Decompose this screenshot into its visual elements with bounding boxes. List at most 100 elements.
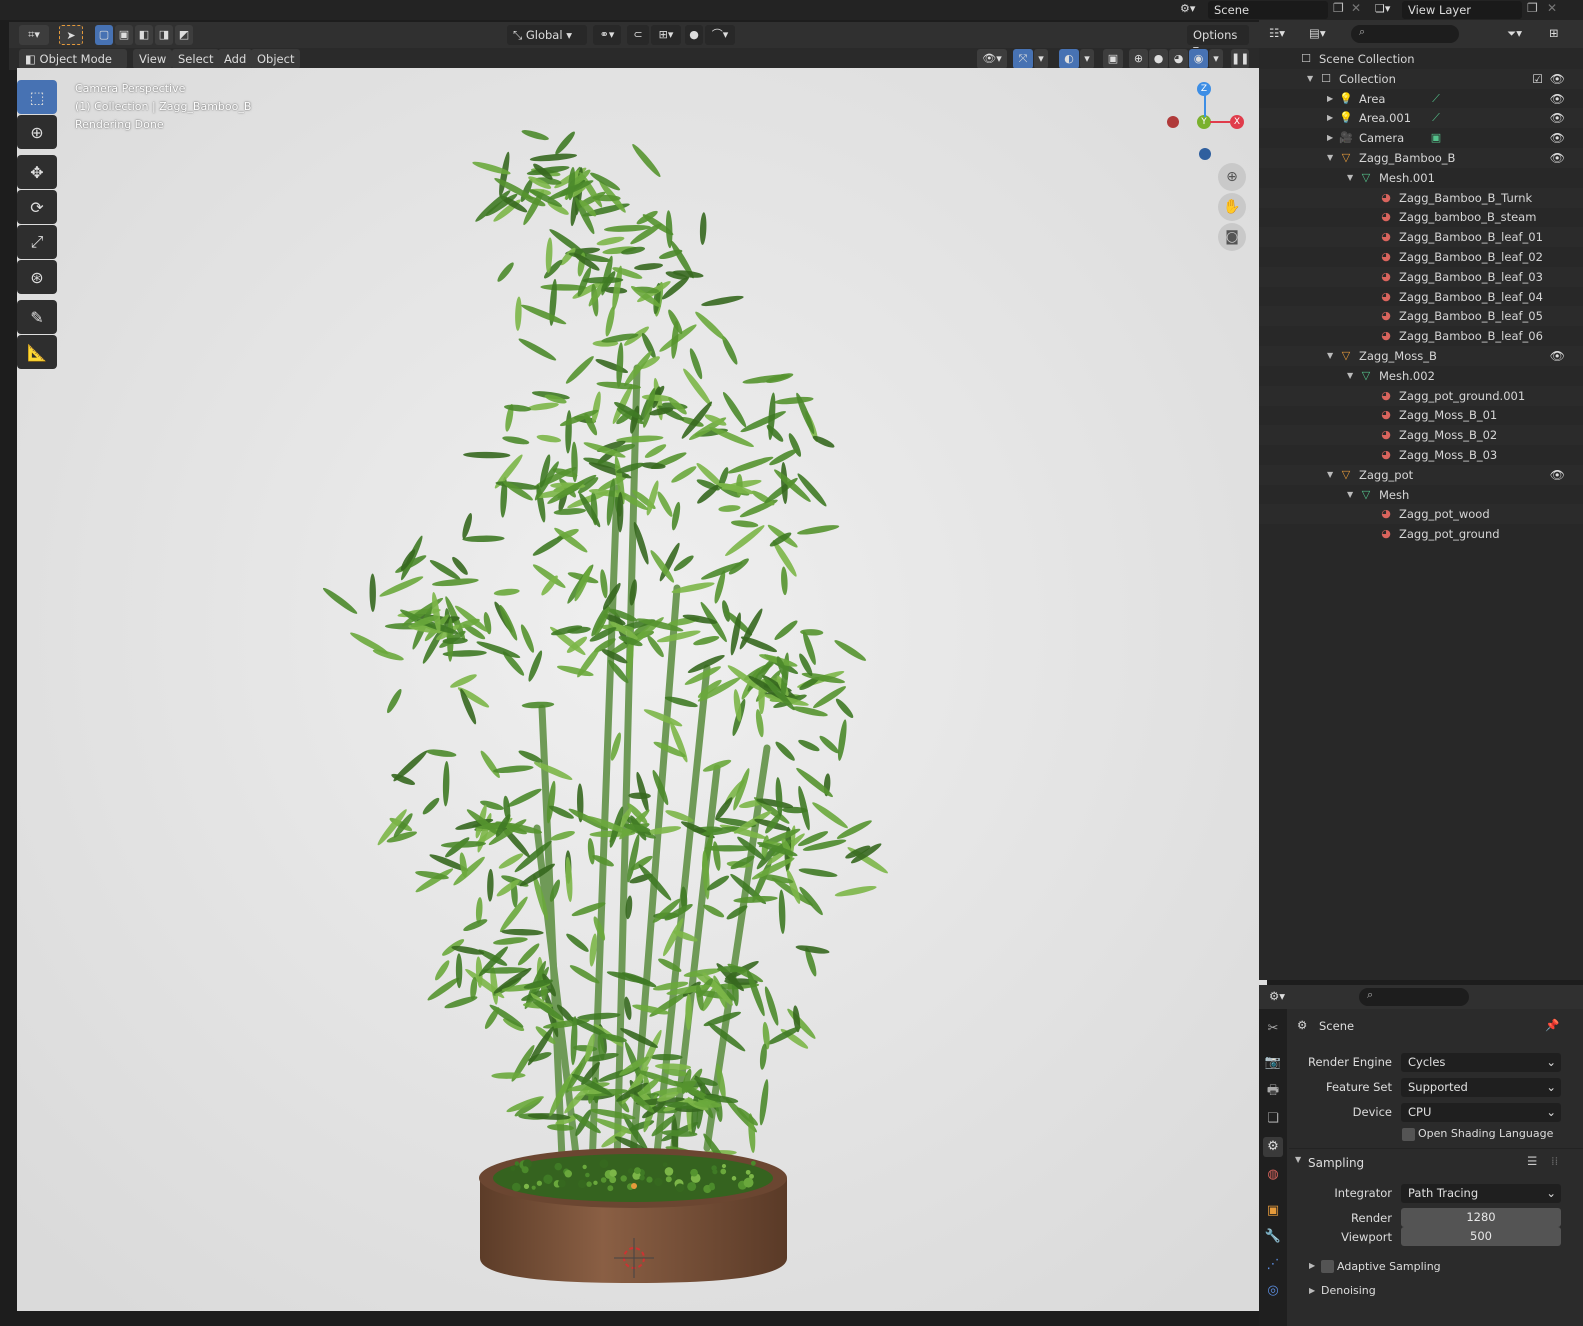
world-tab-icon[interactable]: ◍ — [1263, 1165, 1283, 1185]
outliner-row[interactable]: ◕ Zagg_Bamboo_B_leaf_02 — [1259, 247, 1583, 267]
scene-tab-icon[interactable]: ⚙ — [1263, 1137, 1283, 1157]
outliner-row[interactable]: ◕ Zagg_Moss_B_03 — [1259, 445, 1583, 465]
outliner-row[interactable]: ◕ Zagg_Bamboo_B_leaf_01 — [1259, 227, 1583, 248]
select-invert-mode-icon[interactable]: ◨ — [155, 25, 173, 45]
gizmo-y-axis[interactable]: Y — [1197, 115, 1211, 129]
annotate-tool-icon[interactable]: ✎ — [17, 300, 57, 334]
outliner-row[interactable]: ▼ ▽ Zagg_Moss_B 👁 — [1259, 346, 1583, 366]
collapse-arrow-icon[interactable]: ▶ — [1327, 89, 1333, 109]
options-dropdown[interactable]: Options ▾ — [1187, 25, 1249, 56]
feature-set-dropdown[interactable]: Supported ⌄ — [1401, 1078, 1561, 1097]
osl-checkbox[interactable] — [1402, 1128, 1415, 1141]
transform-orientation-dropdown[interactable]: ⤡ Global ▾ — [507, 25, 587, 45]
snap-target-icon[interactable]: ⊞▾ — [651, 25, 681, 45]
modifier-tab-icon[interactable]: 🔧 — [1263, 1227, 1283, 1247]
expand-arrow-icon[interactable]: ▼ — [1327, 148, 1333, 168]
render-engine-dropdown[interactable]: Cycles ⌄ — [1401, 1053, 1561, 1072]
overlays-toggle-icon[interactable]: ◐ — [1059, 49, 1079, 69]
outliner-row[interactable]: ◕ Zagg_Bamboo_B_leaf_06 — [1259, 326, 1583, 346]
gizmo-x-axis[interactable]: X — [1230, 115, 1244, 129]
outliner-row[interactable]: ◕ Zagg_Bamboo_B_leaf_05 — [1259, 306, 1583, 327]
gizmo-neg-x-axis[interactable] — [1167, 116, 1179, 128]
view-layer-selector[interactable]: View Layer — [1402, 1, 1522, 19]
select-extend-mode-icon[interactable]: ▣ — [115, 25, 133, 45]
outliner-row[interactable]: ◕ Zagg_Bamboo_B_leaf_04 — [1259, 287, 1583, 307]
pause-render-icon[interactable]: ❚❚ — [1231, 49, 1249, 69]
rendered-shading-icon[interactable]: ◉ — [1189, 49, 1208, 69]
filter-icon[interactable]: ⏷▾ — [1507, 26, 1522, 41]
outliner-row[interactable]: ▼ ▽ Zagg_pot 👁 — [1259, 464, 1583, 485]
add-menu[interactable]: Add — [218, 49, 253, 69]
outliner-row[interactable]: ▼ ☐ Collection ☑ 👁 — [1259, 68, 1583, 89]
cursor-tool-icon[interactable]: ⊕ — [17, 115, 57, 149]
gizmo-dropdown-icon[interactable]: ▾ — [1034, 49, 1048, 69]
copy-view-layer-icon[interactable]: ❐ — [1527, 1, 1538, 15]
outliner-row[interactable]: ◕ Zagg_Moss_B_02 — [1259, 425, 1583, 446]
adaptive-sampling-checkbox[interactable] — [1321, 1260, 1334, 1273]
visibility-eye-icon[interactable]: 👁 — [1550, 128, 1565, 148]
expand-arrow-icon[interactable]: ▼ — [1327, 465, 1333, 485]
gizmo-neg-z-axis[interactable] — [1199, 148, 1211, 160]
outliner-search-input[interactable]: ⌕ — [1351, 25, 1459, 43]
render-tab-icon[interactable]: 📷 — [1263, 1053, 1283, 1073]
visibility-selectability-icon[interactable]: 👁▾ — [977, 49, 1007, 69]
visibility-eye-icon[interactable]: 👁 — [1550, 108, 1565, 128]
close-scene-icon[interactable]: ✕ — [1351, 1, 1361, 15]
tool-tab-icon[interactable]: ✂ — [1263, 1019, 1283, 1039]
copy-scene-icon[interactable]: ❐ — [1333, 1, 1344, 15]
camera-view-icon[interactable]: ◙ — [1218, 223, 1246, 251]
visibility-eye-icon[interactable]: 👁 — [1550, 148, 1565, 168]
exclude-checkbox[interactable]: ☑ — [1532, 69, 1543, 89]
move-tool-icon[interactable]: ✥ — [17, 155, 57, 189]
collapse-arrow-icon[interactable]: ▶ — [1327, 128, 1333, 148]
transform-tool-icon[interactable]: ⊛ — [17, 260, 57, 294]
collapse-arrow-icon[interactable]: ▶ — [1327, 108, 1333, 128]
viewport-samples-field[interactable]: 500 — [1401, 1227, 1561, 1246]
select-box-tool-icon[interactable]: ⬚ — [17, 80, 57, 114]
measure-tool-icon[interactable]: 📐 — [17, 335, 57, 369]
new-collection-icon[interactable]: ⊞ — [1549, 26, 1559, 40]
view-layer-tab-icon[interactable]: ❏ — [1263, 1109, 1283, 1129]
pivot-point-icon[interactable]: ⚭▾ — [593, 25, 621, 45]
outliner-row[interactable]: ◕ Zagg_pot_wood — [1259, 504, 1583, 525]
gizmo-z-axis[interactable]: Z — [1197, 82, 1211, 96]
expand-arrow-icon[interactable]: ▼ — [1327, 346, 1333, 366]
view-menu[interactable]: View — [133, 49, 173, 69]
properties-search-input[interactable]: ⌕ — [1359, 988, 1469, 1006]
pan-hand-icon[interactable]: ✋ — [1218, 193, 1246, 221]
outliner-row[interactable]: ◕ Zagg_pot_ground — [1259, 524, 1583, 544]
outliner-row[interactable]: ◕ Zagg_pot_ground.001 — [1259, 385, 1583, 406]
expand-arrow-icon[interactable]: ▼ — [1347, 485, 1353, 505]
outliner-row[interactable]: ▼ ▽ Mesh.002 — [1259, 366, 1583, 386]
camera-data-icon[interactable]: ▣ — [1429, 131, 1443, 145]
object-mode-dropdown[interactable]: ◧ Object Mode ▾ — [19, 49, 127, 80]
adaptive-expand-icon[interactable]: ▶ — [1309, 1261, 1315, 1270]
physics-tab-icon[interactable]: ◎ — [1263, 1281, 1283, 1301]
overlays-dropdown-icon[interactable]: ▾ — [1080, 49, 1094, 69]
outliner-row[interactable]: ◕ Zagg_Bamboo_B_leaf_03 — [1259, 266, 1583, 287]
wireframe-shading-icon[interactable]: ⊕ — [1129, 49, 1148, 69]
scale-tool-icon[interactable]: ⤢ — [17, 225, 57, 259]
outliner-row[interactable]: ▼ ▽ Mesh.001 — [1259, 168, 1583, 188]
particles-tab-icon[interactable]: ⋰ — [1263, 1255, 1283, 1275]
presets-list-icon[interactable]: ☰ — [1527, 1154, 1537, 1168]
editor-type-icon[interactable]: ⌗▾ — [19, 25, 49, 45]
device-dropdown[interactable]: CPU ⌄ — [1401, 1103, 1561, 1122]
light-data-icon[interactable]: ⟋ — [1429, 92, 1443, 106]
rotate-tool-icon[interactable]: ⟳ — [17, 190, 57, 224]
select-subtract-mode-icon[interactable]: ◧ — [135, 25, 153, 45]
outliner-row[interactable]: ▶ 💡 Area ⟋ 👁 — [1259, 89, 1583, 109]
drag-handle-icon[interactable]: ⁞⁞ — [1551, 1154, 1558, 1168]
light-data-icon[interactable]: ⟋ — [1429, 111, 1443, 125]
visibility-eye-icon[interactable]: 👁 — [1550, 346, 1565, 366]
select-intersect-mode-icon[interactable]: ◩ — [175, 25, 193, 45]
integrator-dropdown[interactable]: Path Tracing ⌄ — [1401, 1184, 1561, 1203]
outliner-row[interactable]: ▼ ▽ Mesh — [1259, 485, 1583, 505]
xray-toggle-icon[interactable]: ▣ — [1103, 49, 1123, 69]
outliner-editor-type-icon[interactable]: ☷▾ — [1269, 26, 1285, 40]
outliner-row[interactable]: ◕ Zagg_bamboo_B_steam — [1259, 207, 1583, 227]
outliner-row[interactable]: ▼ ▽ Zagg_Bamboo_B 👁 — [1259, 148, 1583, 168]
expand-arrow-icon[interactable]: ▼ — [1347, 366, 1353, 386]
outliner-row[interactable]: ◕ Zagg_Moss_B_01 — [1259, 405, 1583, 425]
denoising-expand-icon[interactable]: ▶ — [1309, 1286, 1315, 1295]
